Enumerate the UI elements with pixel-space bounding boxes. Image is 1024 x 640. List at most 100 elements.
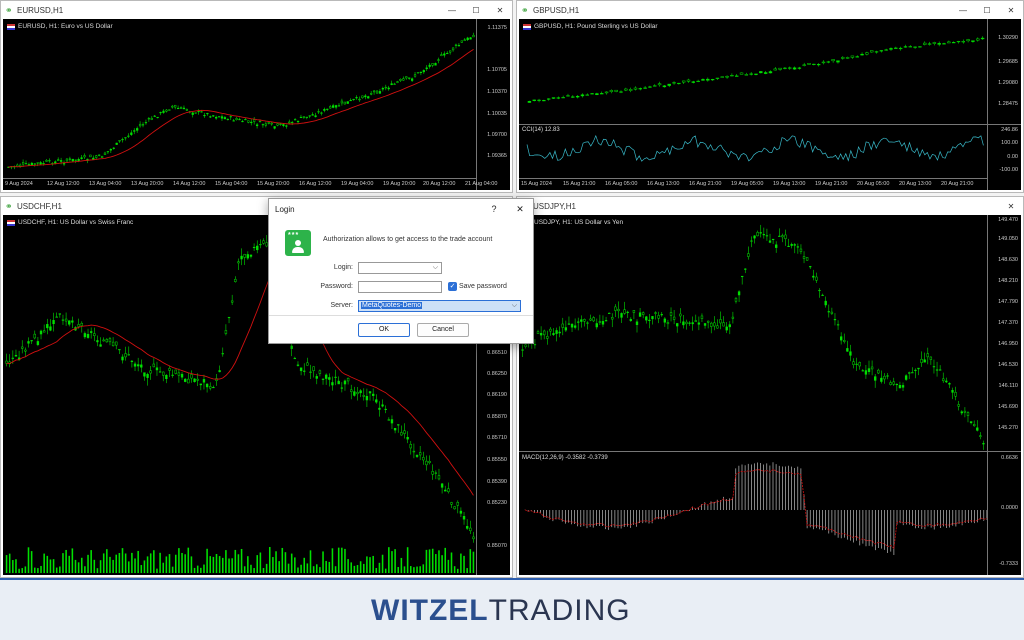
candle xyxy=(133,361,137,372)
save-password-checkbox[interactable]: ✓ xyxy=(448,282,457,291)
candle xyxy=(130,130,133,136)
pane-separator[interactable] xyxy=(519,124,1021,125)
candle xyxy=(790,242,793,249)
candle xyxy=(331,376,334,391)
dialog-titlebar[interactable]: Login ? ✕ xyxy=(269,199,533,219)
chevron-down-icon[interactable]: ⌵ xyxy=(433,263,438,273)
candle xyxy=(784,229,787,246)
candle xyxy=(215,115,218,120)
candle xyxy=(261,123,265,128)
candle xyxy=(773,66,777,71)
candle xyxy=(106,151,110,154)
candle xyxy=(797,66,802,70)
window-titlebar[interactable]: ⚭ GBPUSD,H1 — ☐ ✕ xyxy=(517,1,1023,19)
price-axis[interactable]: 1.30290 1.29685 1.29080 1.28475 246.86 1… xyxy=(987,19,1021,190)
time-tick: 19 Aug 20:00 xyxy=(383,181,416,187)
candle xyxy=(48,158,51,163)
candle xyxy=(908,45,912,48)
time-tick: 9 Aug 2024 xyxy=(5,181,33,187)
close-icon[interactable]: ✕ xyxy=(999,202,1023,211)
candle xyxy=(619,90,623,94)
candle xyxy=(807,63,811,65)
candle xyxy=(809,265,812,270)
price-chart[interactable]: USDJPY, H1: US Dollar vs Yen MACD(12,26,… xyxy=(519,215,1021,575)
candle xyxy=(288,119,291,124)
candle xyxy=(315,373,318,385)
time-tick: 20 Aug 13:00 xyxy=(899,181,932,187)
candle xyxy=(255,123,259,129)
candle xyxy=(256,240,259,254)
cancel-button[interactable]: Cancel xyxy=(417,323,469,337)
candle xyxy=(715,77,720,81)
indicator-tick: 100.00 xyxy=(1001,140,1018,146)
chart-symbol-label: USDCHF, H1: US Dollar vs Swiss Franc xyxy=(7,219,133,226)
maximize-icon[interactable]: ☐ xyxy=(464,6,488,15)
candle xyxy=(408,77,411,80)
candle xyxy=(932,359,936,374)
candle xyxy=(465,519,469,530)
symbol-description: GBPUSD, H1: Pound Sterling vs US Dollar xyxy=(534,23,658,30)
close-icon[interactable]: ✕ xyxy=(999,6,1023,15)
login-dialog[interactable]: Login ? ✕ *** Authorization allows to ge… xyxy=(268,198,534,344)
candle xyxy=(737,290,741,303)
close-icon[interactable]: ✕ xyxy=(507,204,533,215)
price-tick: 145.690 xyxy=(998,404,1018,410)
candle xyxy=(162,371,165,382)
candle xyxy=(68,320,71,327)
candle xyxy=(951,41,956,44)
candle xyxy=(141,122,145,128)
candle xyxy=(802,62,806,67)
candle xyxy=(927,41,932,46)
candle xyxy=(898,381,902,389)
candle xyxy=(870,360,874,376)
minimize-icon[interactable]: — xyxy=(440,6,464,15)
time-axis[interactable]: 15 Aug 2024 15 Aug 21:00 16 Aug 05:00 16… xyxy=(519,178,987,190)
chart-window-gbpusd[interactable]: ⚭ GBPUSD,H1 — ☐ ✕ GBPUSD, H1: Pound Ster… xyxy=(516,0,1024,193)
candle xyxy=(93,327,96,342)
price-tick: 1.10370 xyxy=(487,89,507,95)
candle xyxy=(279,123,282,126)
candle xyxy=(302,116,306,119)
pane-separator[interactable] xyxy=(519,451,1021,452)
ok-button[interactable]: OK xyxy=(358,323,410,337)
candle xyxy=(27,337,30,348)
candle xyxy=(459,507,463,517)
price-chart[interactable]: EURUSD, H1: Euro vs US Dollar 1.11375 1.… xyxy=(3,19,510,190)
candle xyxy=(240,248,243,266)
close-icon[interactable]: ✕ xyxy=(488,6,512,15)
window-titlebar[interactable]: ⚭ USDJPY,H1 ✕ xyxy=(517,197,1023,215)
candle xyxy=(932,41,937,46)
candle xyxy=(24,160,28,165)
price-axis[interactable]: 149.470 149.050 148.630 148.210 147.790 … xyxy=(987,215,1021,575)
price-chart[interactable]: GBPUSD, H1: Pound Sterling vs US Dollar … xyxy=(519,19,1021,190)
candle xyxy=(180,371,184,380)
password-field[interactable] xyxy=(358,281,442,293)
window-titlebar[interactable]: ⚭ EURUSD,H1 — ☐ ✕ xyxy=(1,1,512,19)
maximize-icon[interactable]: ☐ xyxy=(975,6,999,15)
candle xyxy=(609,89,614,94)
candle xyxy=(666,319,670,330)
candle xyxy=(111,337,115,347)
chevron-down-icon[interactable]: ⌵ xyxy=(512,301,517,311)
price-tick: 146.530 xyxy=(998,362,1018,368)
indicator-label: MACD(12,26,9) -0.3582 -0.3739 xyxy=(522,455,608,461)
candle xyxy=(460,40,463,43)
price-axis[interactable]: 1.11375 1.10705 1.10370 1.10035 1.09700 … xyxy=(476,19,510,190)
candle xyxy=(648,313,651,329)
candle xyxy=(19,163,22,168)
candle xyxy=(109,148,112,154)
candle xyxy=(264,121,267,128)
candle xyxy=(595,318,598,330)
candle xyxy=(399,78,402,83)
chart-window-eurusd[interactable]: ⚭ EURUSD,H1 — ☐ ✕ EURUSD, H1: Euro vs US… xyxy=(0,0,513,193)
minimize-icon[interactable]: — xyxy=(951,6,975,15)
server-combobox[interactable]: MetaQuotes-Demo ⌵ xyxy=(358,300,521,312)
login-combobox[interactable]: ⌵ xyxy=(358,262,442,274)
help-icon[interactable]: ? xyxy=(481,204,507,214)
time-axis[interactable]: 9 Aug 2024 12 Aug 12:00 13 Aug 04:00 13 … xyxy=(3,178,497,190)
candle xyxy=(855,55,859,58)
candle xyxy=(96,335,99,347)
chart-window-usdjpy[interactable]: ⚭ USDJPY,H1 ✕ USDJPY, H1: US Dollar vs Y… xyxy=(516,196,1024,578)
candle xyxy=(21,340,24,354)
candle xyxy=(418,446,422,461)
